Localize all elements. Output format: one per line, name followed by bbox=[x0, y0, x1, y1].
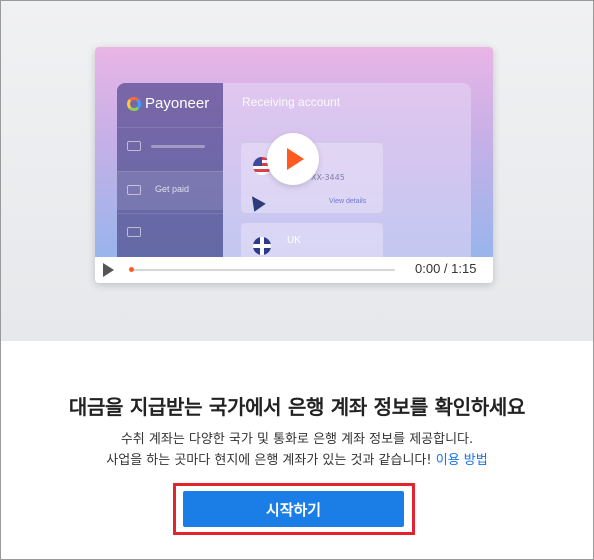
thumbnail-uk-label: UK bbox=[287, 235, 301, 246]
payoneer-logo-icon bbox=[127, 96, 141, 111]
transfer-icon bbox=[127, 227, 141, 237]
video-section: Payoneer Get paid Receiving account XX-3… bbox=[1, 1, 593, 341]
description-line-2-text: 사업을 하는 곳마다 현지에 은행 계좌가 있는 것과 같습니다! bbox=[106, 453, 432, 468]
thumbnail-sidebar-item bbox=[117, 127, 223, 166]
video-thumbnail[interactable]: Payoneer Get paid Receiving account XX-3… bbox=[95, 47, 493, 257]
payoneer-logo-text: Payoneer bbox=[145, 95, 210, 112]
onboarding-panel: Payoneer Get paid Receiving account XX-3… bbox=[0, 0, 594, 560]
info-section: 대금을 지급받는 국가에서 은행 계좌 정보를 확인하세요 수취 계좌는 다양한… bbox=[1, 341, 593, 559]
page-title: 대금을 지급받는 국가에서 은행 계좌 정보를 확인하세요 bbox=[68, 395, 526, 419]
start-button[interactable]: 시작하기 bbox=[183, 491, 404, 527]
thumbnail-panel-title: Receiving account bbox=[242, 95, 341, 109]
thumbnail-sidebar-item-get-paid: Get paid bbox=[117, 171, 223, 210]
thumbnail-account-card-uk: UK bbox=[241, 223, 383, 257]
card-icon bbox=[127, 141, 141, 151]
video-progress-bar[interactable] bbox=[129, 267, 395, 272]
help-link[interactable]: 이용 방법 bbox=[436, 453, 488, 468]
thumbnail-view-details: View details bbox=[329, 198, 367, 205]
thumbnail-account-number: XX-3445 bbox=[311, 173, 345, 182]
play-overlay-button[interactable] bbox=[267, 133, 319, 185]
thumbnail-sidebar-label: Get paid bbox=[155, 184, 190, 194]
thumbnail-placeholder-bar bbox=[151, 145, 205, 148]
play-icon[interactable] bbox=[103, 263, 114, 277]
thumbnail-sidebar-item bbox=[117, 213, 223, 252]
thumbnail-sidebar: Payoneer Get paid bbox=[117, 83, 223, 257]
video-player[interactable]: Payoneer Get paid Receiving account XX-3… bbox=[95, 47, 493, 283]
video-time: 0:00 / 1:15 bbox=[415, 261, 477, 276]
description: 수취 계좌는 다양한 국가 및 통화로 은행 계좌 정보를 제공합니다. 사업을… bbox=[1, 429, 593, 471]
description-line-2: 사업을 하는 곳마다 현지에 은행 계좌가 있는 것과 같습니다! 이용 방법 bbox=[1, 450, 593, 471]
wallet-icon bbox=[127, 185, 141, 195]
video-controls: 0:00 / 1:15 bbox=[95, 257, 493, 283]
progress-knob[interactable] bbox=[129, 267, 134, 272]
description-line-1: 수취 계좌는 다양한 국가 및 통화로 은행 계좌 정보를 제공합니다. bbox=[120, 432, 474, 447]
payoneer-logo: Payoneer bbox=[127, 95, 209, 112]
uk-flag-icon bbox=[253, 237, 271, 255]
